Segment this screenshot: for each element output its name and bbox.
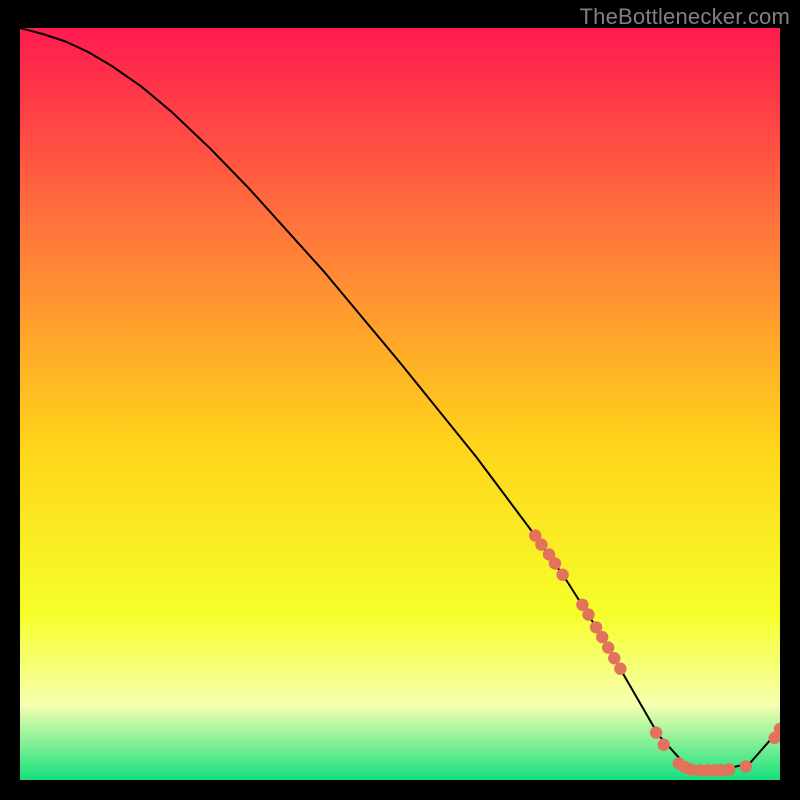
data-dot (650, 726, 662, 738)
chart-frame: TheBottlenecker.com (0, 0, 800, 800)
data-dot (608, 652, 620, 664)
data-dot (658, 739, 670, 751)
data-dot (535, 538, 547, 550)
plot-area (20, 28, 780, 780)
data-dot (582, 608, 594, 620)
gradient-background (20, 28, 780, 780)
data-dot (596, 631, 608, 643)
data-dot (602, 641, 614, 653)
bottleneck-chart (20, 28, 780, 780)
data-dot (556, 569, 568, 581)
data-dot (549, 557, 561, 569)
data-dot (740, 760, 752, 772)
watermark-text: TheBottlenecker.com (580, 4, 790, 30)
data-dot (723, 763, 735, 775)
data-dot (614, 663, 626, 675)
